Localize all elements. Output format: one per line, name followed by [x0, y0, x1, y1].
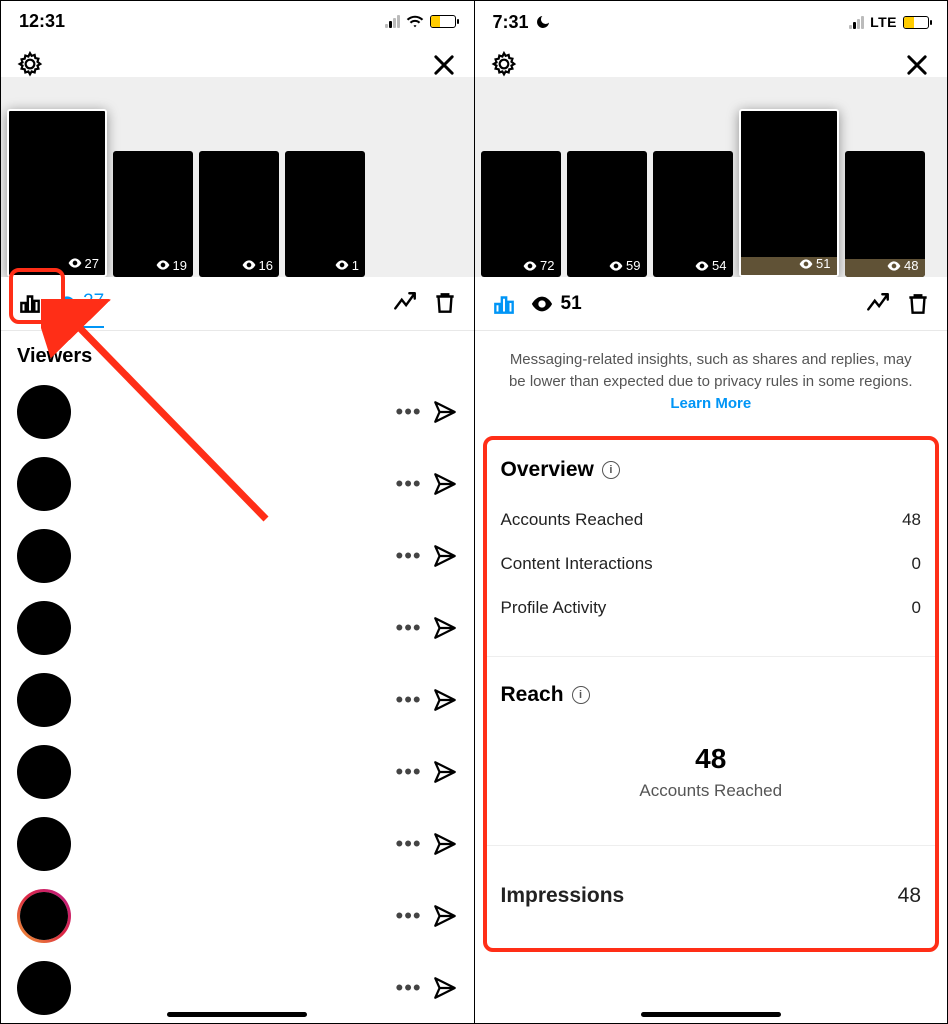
- close-icon[interactable]: [903, 51, 931, 79]
- story-thumbnail[interactable]: 19: [113, 151, 193, 277]
- close-icon[interactable]: [430, 51, 458, 79]
- more-icon[interactable]: •••: [396, 687, 418, 713]
- viewer-row[interactable]: •••: [1, 592, 474, 664]
- viewer-row[interactable]: •••: [1, 448, 474, 520]
- send-icon[interactable]: [432, 543, 458, 569]
- impressions-value: 48: [898, 884, 921, 908]
- insights-tab-row: 27: [1, 277, 474, 331]
- more-icon[interactable]: •••: [396, 615, 418, 641]
- story-thumbnail[interactable]: 16: [199, 151, 279, 277]
- overview-row[interactable]: Profile Activity0: [501, 586, 922, 630]
- viewer-row[interactable]: •••: [1, 376, 474, 448]
- viewer-row[interactable]: •••: [1, 880, 474, 952]
- avatar[interactable]: [17, 457, 71, 511]
- avatar[interactable]: [17, 529, 71, 583]
- home-indicator: [641, 1012, 781, 1017]
- viewers-tab[interactable]: 51: [531, 293, 582, 315]
- wifi-icon: [406, 15, 424, 29]
- more-icon[interactable]: •••: [396, 471, 418, 497]
- story-carousel[interactable]: 2719161: [1, 77, 474, 277]
- avatar[interactable]: [17, 385, 71, 439]
- cell-signal-icon: [385, 15, 400, 28]
- send-icon[interactable]: [432, 399, 458, 425]
- viewers-tab[interactable]: 27: [57, 278, 104, 328]
- viewers-list[interactable]: ••• ••• ••• ••• ••• ••• ••• ••• •••: [1, 376, 474, 1023]
- viewer-row[interactable]: •••: [1, 520, 474, 592]
- more-icon[interactable]: •••: [396, 759, 418, 785]
- status-bar: 7:31 LTE: [475, 1, 948, 43]
- send-icon[interactable]: [432, 687, 458, 713]
- status-time: 12:31: [19, 11, 65, 32]
- battery-icon: [903, 16, 929, 29]
- more-icon[interactable]: •••: [396, 903, 418, 929]
- more-icon[interactable]: •••: [396, 831, 418, 857]
- send-icon[interactable]: [432, 975, 458, 1001]
- avatar[interactable]: [17, 889, 71, 943]
- story-thumbnail[interactable]: 72: [481, 151, 561, 277]
- story-thumbnail[interactable]: 54: [653, 151, 733, 277]
- battery-icon: [430, 15, 456, 28]
- send-icon[interactable]: [432, 471, 458, 497]
- info-icon[interactable]: i: [602, 461, 620, 479]
- story-thumbnail[interactable]: 1: [285, 151, 365, 277]
- cell-signal-icon: [849, 16, 864, 29]
- send-icon[interactable]: [432, 903, 458, 929]
- send-icon[interactable]: [432, 831, 458, 857]
- learn-more-link[interactable]: Learn More: [670, 395, 751, 412]
- story-thumbnail[interactable]: 59: [567, 151, 647, 277]
- moon-icon: [535, 14, 551, 30]
- bar-chart-icon[interactable]: [17, 290, 43, 316]
- more-icon[interactable]: •••: [396, 399, 418, 425]
- story-thumbnail[interactable]: 48: [845, 151, 925, 277]
- avatar[interactable]: [17, 673, 71, 727]
- home-indicator: [167, 1012, 307, 1017]
- network-label: LTE: [870, 14, 897, 30]
- gear-icon[interactable]: [491, 51, 517, 77]
- viewers-count: 27: [83, 278, 104, 328]
- viewer-row[interactable]: •••: [1, 808, 474, 880]
- privacy-notice: Messaging-related insights, such as shar…: [475, 331, 948, 432]
- bar-chart-icon[interactable]: [491, 291, 517, 317]
- reach-label: Accounts Reached: [501, 775, 922, 819]
- overview-row[interactable]: Accounts Reached48: [501, 498, 922, 542]
- insights-panel-highlight: Overviewi Accounts Reached48Content Inte…: [483, 436, 940, 952]
- left-phone-screen: 12:31 2719161 27: [1, 1, 475, 1023]
- overview-heading: Overview: [501, 458, 594, 482]
- send-icon[interactable]: [432, 759, 458, 785]
- story-carousel[interactable]: 7259545148: [475, 77, 948, 277]
- reach-heading: Reach: [501, 683, 564, 707]
- impressions-heading: Impressions: [501, 884, 625, 908]
- send-icon[interactable]: [432, 615, 458, 641]
- viewers-count: 51: [561, 293, 582, 315]
- insights-tab-row: 51: [475, 277, 948, 331]
- more-icon[interactable]: •••: [396, 543, 418, 569]
- avatar[interactable]: [17, 961, 71, 1015]
- more-icon[interactable]: •••: [396, 975, 418, 1001]
- info-icon[interactable]: i: [572, 686, 590, 704]
- gear-icon[interactable]: [17, 51, 43, 77]
- overview-row[interactable]: Content Interactions0: [501, 542, 922, 586]
- story-thumbnail[interactable]: 27: [7, 109, 107, 277]
- trend-icon[interactable]: [392, 290, 418, 316]
- avatar[interactable]: [17, 601, 71, 655]
- trend-icon[interactable]: [865, 291, 891, 317]
- status-bar: 12:31: [1, 1, 474, 43]
- trash-icon[interactable]: [905, 291, 931, 317]
- avatar[interactable]: [17, 745, 71, 799]
- viewers-heading: Viewers: [1, 331, 474, 376]
- trash-icon[interactable]: [432, 290, 458, 316]
- avatar[interactable]: [17, 817, 71, 871]
- story-thumbnail[interactable]: 51: [739, 109, 839, 277]
- viewer-row[interactable]: •••: [1, 736, 474, 808]
- reach-value: 48: [501, 723, 922, 775]
- viewer-row[interactable]: •••: [1, 664, 474, 736]
- right-phone-screen: 7:31 LTE 7259545148: [475, 1, 948, 1023]
- status-time: 7:31: [493, 12, 529, 33]
